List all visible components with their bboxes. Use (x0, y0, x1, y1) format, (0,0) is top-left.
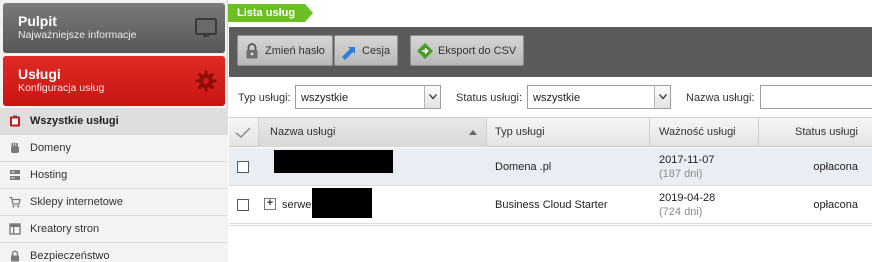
services-title: Usługi (18, 66, 61, 82)
nav-item-label: Wszystkie usługi (30, 115, 119, 127)
column-header-validity[interactable]: Ważność usługi (650, 118, 759, 147)
clipboard-icon (10, 115, 20, 127)
cart-icon (9, 196, 21, 208)
service-status-select[interactable]: wszystkie (527, 85, 671, 109)
nav-item-domains[interactable]: Domeny (0, 135, 228, 162)
services-tile[interactable]: Usługi Konfiguracja usług (3, 56, 225, 106)
layout-icon (9, 223, 21, 235)
nav-item-all-services[interactable]: Wszystkie usługi (0, 108, 228, 135)
nav-item-online-shops[interactable]: Sklepy internetowe (0, 189, 228, 216)
redacted-name (274, 150, 393, 173)
column-status-label: Status usługi (795, 126, 858, 138)
dashboard-subtitle: Najważniejsze informacje (18, 29, 137, 41)
validity-days: (187 dni) (659, 168, 703, 180)
table-empty-area (229, 225, 872, 262)
nav-item-security[interactable]: Bezpieczeństwo (0, 243, 228, 262)
dashboard-title: Pulpit (18, 13, 57, 29)
nav-item-label: Hosting (30, 169, 68, 181)
breadcrumb[interactable]: Lista usług (228, 4, 314, 22)
hand-icon (11, 142, 19, 153)
service-type-value: wszystkie (301, 92, 349, 104)
expand-plus-icon[interactable]: + (264, 198, 276, 210)
export-csv-label: Eksport do CSV (438, 44, 517, 57)
service-type-label: Typ usługi: (238, 92, 291, 104)
service-type: Domena .pl (495, 161, 552, 173)
service-status-value: wszystkie (533, 92, 581, 104)
table-row[interactable]: Domena .pl 2017-11-07 (187 dni) opłacona (229, 148, 872, 186)
nav-item-label: Domeny (30, 142, 71, 154)
toolbar: Zmień hasło Cesja Eksport do CSV (229, 27, 872, 77)
sort-up-icon (469, 130, 477, 135)
change-password-label: Zmień hasło (265, 44, 325, 57)
validity-days: (724 dni) (659, 206, 703, 218)
service-name-label: Nazwa usługi: (686, 92, 755, 104)
column-header-name[interactable]: Nazwa usługi (259, 118, 487, 147)
service-status: opłacona (813, 161, 858, 173)
checkmark-icon (235, 127, 251, 139)
export-icon (417, 42, 433, 59)
nav-item-site-builders[interactable]: Kreatory stron (0, 216, 228, 243)
chevron-down-icon (424, 86, 440, 108)
service-name[interactable]: serwer (282, 199, 315, 211)
sidebar: Pulpit Najważniejsze informacje Usługi K… (0, 0, 228, 262)
server-icon (10, 170, 20, 180)
filters-bar: Typ usługi: wszystkie Status usługi: wsz… (229, 77, 872, 117)
column-name-label: Nazwa usługi (270, 126, 336, 138)
redacted-name (312, 188, 372, 218)
transfer-arrow-icon (342, 46, 355, 60)
row-checkbox[interactable] (237, 161, 249, 173)
row-checkbox[interactable] (237, 199, 249, 211)
column-validity-label: Ważność usługi (659, 126, 736, 138)
column-type-label: Typ usługi (495, 126, 545, 138)
cession-button[interactable]: Cesja (334, 35, 399, 66)
validity-date: 2019-04-28 (659, 192, 716, 204)
export-csv-button[interactable]: Eksport do CSV (410, 35, 525, 66)
service-status-label: Status usługi: (456, 92, 523, 104)
select-all-header[interactable] (229, 118, 259, 147)
chevron-down-icon (654, 86, 670, 108)
service-status: opłacona (813, 199, 858, 211)
dashboard-tile[interactable]: Pulpit Najważniejsze informacje (3, 3, 225, 53)
table-header: Nazwa usługi Typ usługi Ważność usługi S… (229, 117, 872, 147)
nav-item-hosting[interactable]: Hosting (0, 162, 228, 189)
monitor-icon (195, 18, 217, 37)
nav-item-label: Kreatory stron (30, 223, 100, 235)
change-password-button[interactable]: Zmień hasło (237, 35, 333, 66)
lock-icon (11, 250, 19, 262)
service-type-select[interactable]: wszystkie (295, 85, 441, 109)
column-header-type[interactable]: Typ usługi (487, 118, 650, 147)
gear-icon (195, 70, 217, 92)
column-header-status[interactable]: Status usługi (759, 118, 872, 147)
service-type: Business Cloud Starter (495, 199, 608, 211)
nav-item-label: Sklepy internetowe (30, 196, 123, 208)
services-subtitle: Konfiguracja usług (18, 82, 105, 94)
nav-item-label: Bezpieczeństwo (30, 250, 110, 262)
validity-date: 2017-11-07 (659, 154, 715, 166)
cession-label: Cesja (362, 44, 391, 57)
services-nav: Wszystkie usługi Domeny Hosting Sklepy i… (0, 108, 228, 262)
service-name-input[interactable] (760, 85, 872, 109)
lock-icon (246, 42, 258, 58)
table-row[interactable]: + serwer Business Cloud Starter 2019-04-… (229, 186, 872, 224)
